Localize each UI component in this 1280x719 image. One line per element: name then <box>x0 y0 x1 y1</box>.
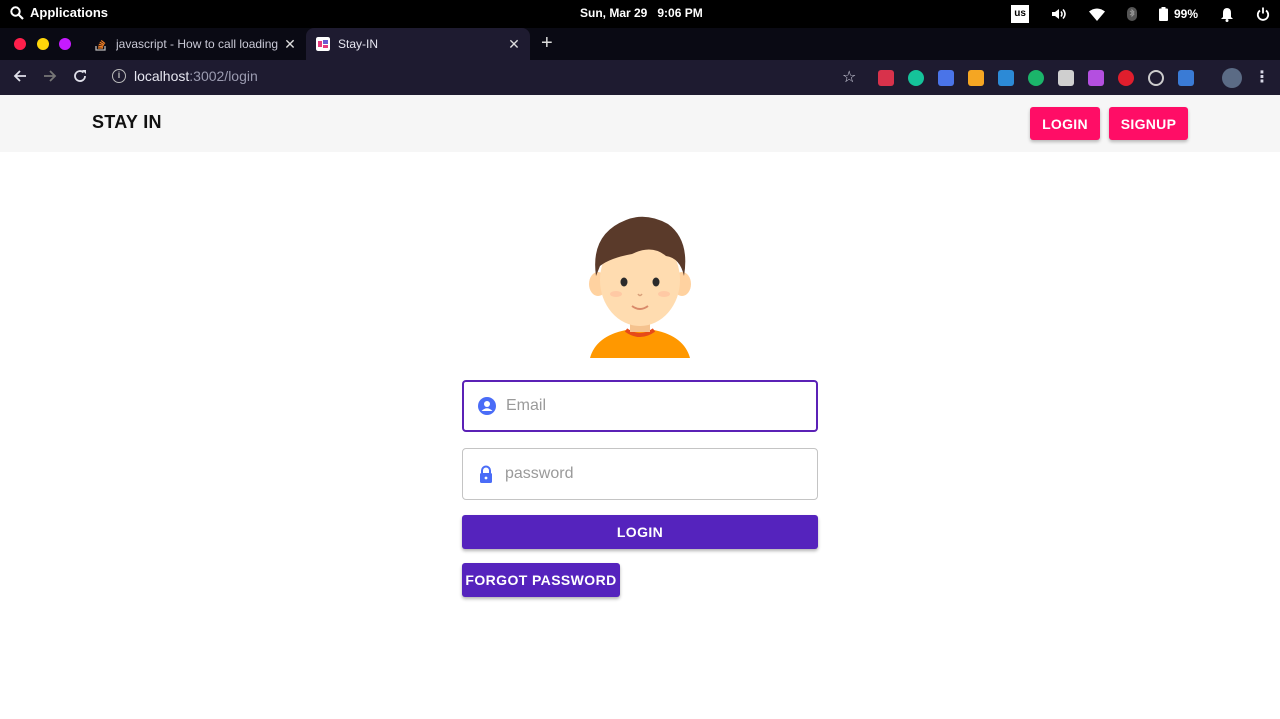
extension-icon[interactable] <box>878 70 894 86</box>
wifi-icon[interactable] <box>1088 4 1105 24</box>
applications-menu[interactable]: Applications <box>10 5 108 20</box>
tab-title: javascript - How to call loading <box>116 37 279 51</box>
reload-icon <box>74 70 86 82</box>
minimize-window-button[interactable] <box>37 38 49 50</box>
time-text: 9:06 PM <box>657 6 703 20</box>
header-signup-button[interactable]: SIGNUP <box>1109 107 1188 140</box>
os-top-bar: Applications Sun, Mar 29 9:06 PM us 99% <box>0 0 1280 28</box>
info-icon[interactable]: i <box>112 69 126 83</box>
bookmark-star-icon[interactable]: ☆ <box>842 70 858 86</box>
keyboard-layout-badge: us <box>1011 5 1029 23</box>
email-field[interactable] <box>462 380 818 432</box>
battery-icon <box>1158 7 1168 21</box>
system-tray: us 99% <box>989 4 1270 24</box>
stay-in-favicon <box>316 37 330 51</box>
extension-icon[interactable] <box>1178 70 1194 86</box>
lock-icon <box>480 465 492 483</box>
password-input[interactable] <box>505 465 795 483</box>
date-text: Sun, Mar 29 <box>580 6 648 20</box>
tab-title: Stay-IN <box>338 37 379 51</box>
url-host: localhost <box>134 68 190 84</box>
new-tab-button[interactable]: + <box>541 33 553 53</box>
url-path: :3002/login <box>189 68 258 84</box>
forgot-password-button[interactable]: FORGOT PASSWORD <box>462 563 620 597</box>
password-field[interactable] <box>462 448 818 500</box>
extension-icon[interactable] <box>1148 70 1164 86</box>
maximize-window-button[interactable] <box>59 38 71 50</box>
search-icon <box>10 5 24 20</box>
bluetooth-icon[interactable] <box>1126 4 1137 24</box>
battery-indicator[interactable]: 99% <box>1158 4 1198 24</box>
browser-toolbar: i localhost:3002/login ☆ ⋮ <box>0 60 1280 95</box>
profile-avatar[interactable] <box>1222 68 1242 88</box>
close-tab-icon[interactable]: ✕ <box>282 36 298 53</box>
extensions-bar: ☆ ⋮ <box>842 68 1270 88</box>
feather-icon[interactable] <box>1088 70 1104 86</box>
extension-icon[interactable] <box>968 70 984 86</box>
extension-icon[interactable] <box>1058 70 1074 86</box>
back-button[interactable] <box>10 68 30 88</box>
header-login-button[interactable]: LOGIN <box>1030 107 1100 140</box>
login-button[interactable]: LOGIN <box>462 515 818 549</box>
applications-label: Applications <box>30 5 109 20</box>
stackoverflow-icon <box>95 39 106 51</box>
user-avatar-illustration <box>589 216 691 358</box>
browser-menu-icon[interactable]: ⋮ <box>1254 70 1270 86</box>
address-field[interactable]: i localhost:3002/login <box>112 68 258 84</box>
adblock-icon[interactable] <box>1118 70 1134 86</box>
close-tab-icon[interactable]: ✕ <box>506 36 522 53</box>
browser-tab-strip: javascript - How to call loading ✕ Stay-… <box>0 28 1280 60</box>
app-header: STAY IN LOGIN SIGNUP <box>0 95 1280 152</box>
close-window-button[interactable] <box>14 38 26 50</box>
power-icon[interactable] <box>1256 4 1270 24</box>
brand-logo[interactable]: STAY IN <box>92 112 162 133</box>
account-circle-icon <box>478 397 496 415</box>
battery-percent: 99% <box>1173 7 1198 21</box>
email-input[interactable] <box>506 397 796 415</box>
arrow-right-icon <box>44 70 57 82</box>
notifications-icon[interactable] <box>1220 4 1234 24</box>
clock[interactable]: Sun, Mar 29 9:06 PM <box>580 6 713 20</box>
volume-icon[interactable] <box>1051 4 1067 24</box>
arrow-left-icon <box>13 70 26 82</box>
extension-icon[interactable] <box>1028 70 1044 86</box>
eyedropper-icon[interactable] <box>998 70 1014 86</box>
tab-stackoverflow[interactable]: javascript - How to call loading ✕ <box>84 28 306 60</box>
tab-stay-in[interactable]: Stay-IN ✕ <box>306 28 530 60</box>
grammarly-icon[interactable] <box>908 70 924 86</box>
keyboard-layout[interactable]: us <box>1011 4 1029 24</box>
reload-button[interactable] <box>70 68 90 88</box>
forward-button[interactable] <box>40 68 60 88</box>
translate-icon[interactable] <box>938 70 954 86</box>
